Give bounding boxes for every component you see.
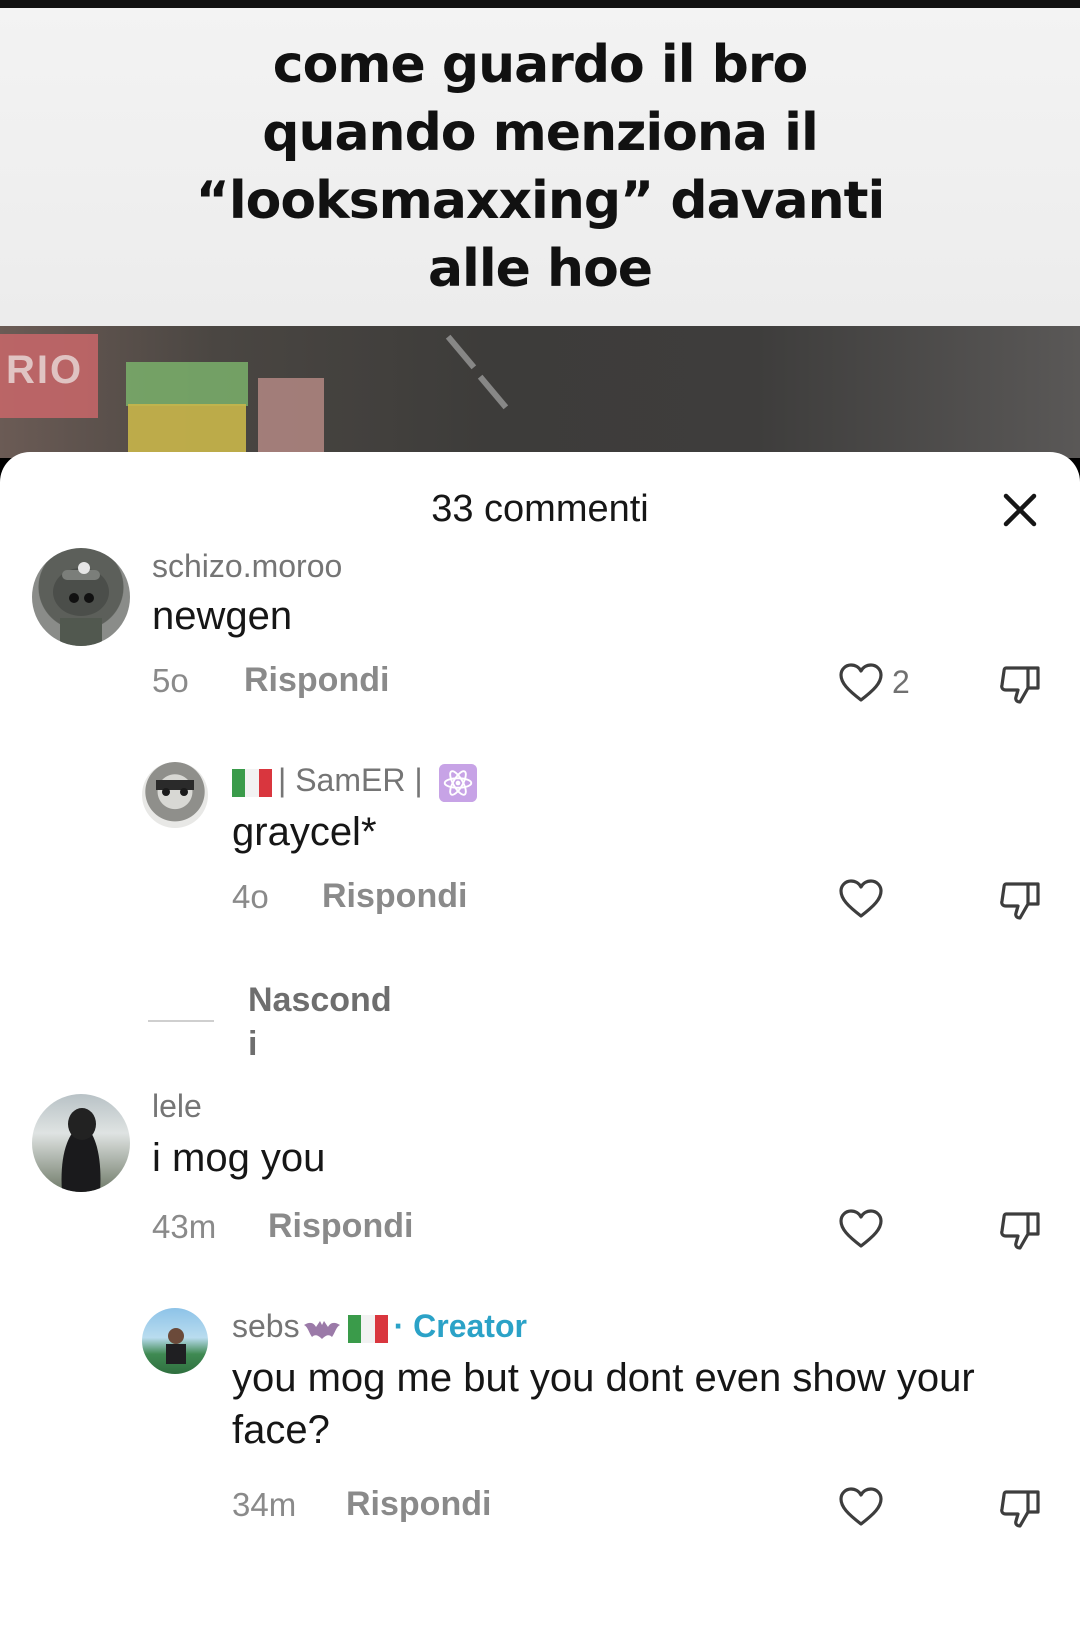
dislike-icon[interactable] [998, 1484, 1044, 1530]
road-marking [445, 334, 477, 370]
green-sign [126, 362, 248, 406]
bat-icon [303, 1320, 340, 1339]
dislike-icon[interactable] [998, 1206, 1044, 1252]
heart-icon[interactable] [838, 1208, 884, 1250]
comment-time: 34m [232, 1486, 297, 1523]
hide-replies-button[interactable]: Nascond i [248, 978, 408, 1066]
status-bar [0, 0, 1080, 8]
close-icon[interactable] [996, 486, 1044, 534]
like-count: 2 [892, 664, 910, 700]
italy-flag-icon [232, 768, 272, 797]
comment-username[interactable]: sebs · Creator [232, 1308, 527, 1345]
reply-button[interactable]: Rispondi [322, 877, 467, 916]
heart-icon[interactable] [838, 1486, 884, 1528]
reply-button[interactable]: Rispondi [268, 1207, 413, 1246]
atom-symbol-icon [438, 763, 477, 802]
dislike-icon[interactable] [998, 660, 1044, 706]
shop-sign: RIO [0, 334, 98, 418]
road-marking [477, 374, 509, 410]
avatar[interactable] [142, 1308, 208, 1374]
heart-icon[interactable] [838, 662, 884, 704]
comment-time: 4o [232, 878, 269, 915]
reply-button[interactable]: Rispondi [346, 1485, 491, 1524]
avatar[interactable] [32, 548, 130, 646]
video-frame: RIO [0, 326, 1080, 458]
comment-text: newgen [152, 594, 293, 638]
heart-icon[interactable] [838, 878, 884, 920]
comments-sheet: 33 commenti schizo.moroo newgen 5o Rispo… [0, 452, 1080, 1628]
comment-time: 5o [152, 662, 189, 699]
comment-time: 43m [152, 1208, 217, 1245]
avatar[interactable] [32, 1094, 130, 1192]
poster [258, 378, 324, 458]
video-caption-box: come guardo il bro quando menziona il “l… [0, 8, 1080, 326]
dislike-icon[interactable] [998, 876, 1044, 922]
comments-count-title: 33 commenti [431, 488, 649, 530]
yellow-sign [128, 404, 246, 458]
comment-text: you mog me but you dont even show your f… [232, 1356, 975, 1452]
avatar[interactable] [142, 762, 208, 828]
hide-replies-divider [148, 1020, 214, 1022]
reply-button[interactable]: Rispondi [244, 661, 389, 700]
comment-username[interactable]: | SamER | [232, 762, 484, 802]
comment-text: i mog you [152, 1136, 326, 1180]
video-caption: come guardo il bro quando menziona il “l… [195, 35, 886, 299]
comment-username[interactable]: lele [152, 1088, 202, 1125]
comment-text: graycel* [232, 810, 377, 854]
comment-username[interactable]: schizo.moroo [152, 548, 342, 585]
creator-badge: · Creator [393, 1308, 527, 1344]
video-player[interactable]: come guardo il bro quando menziona il “l… [0, 8, 1080, 458]
italy-flag-icon [347, 1314, 388, 1343]
